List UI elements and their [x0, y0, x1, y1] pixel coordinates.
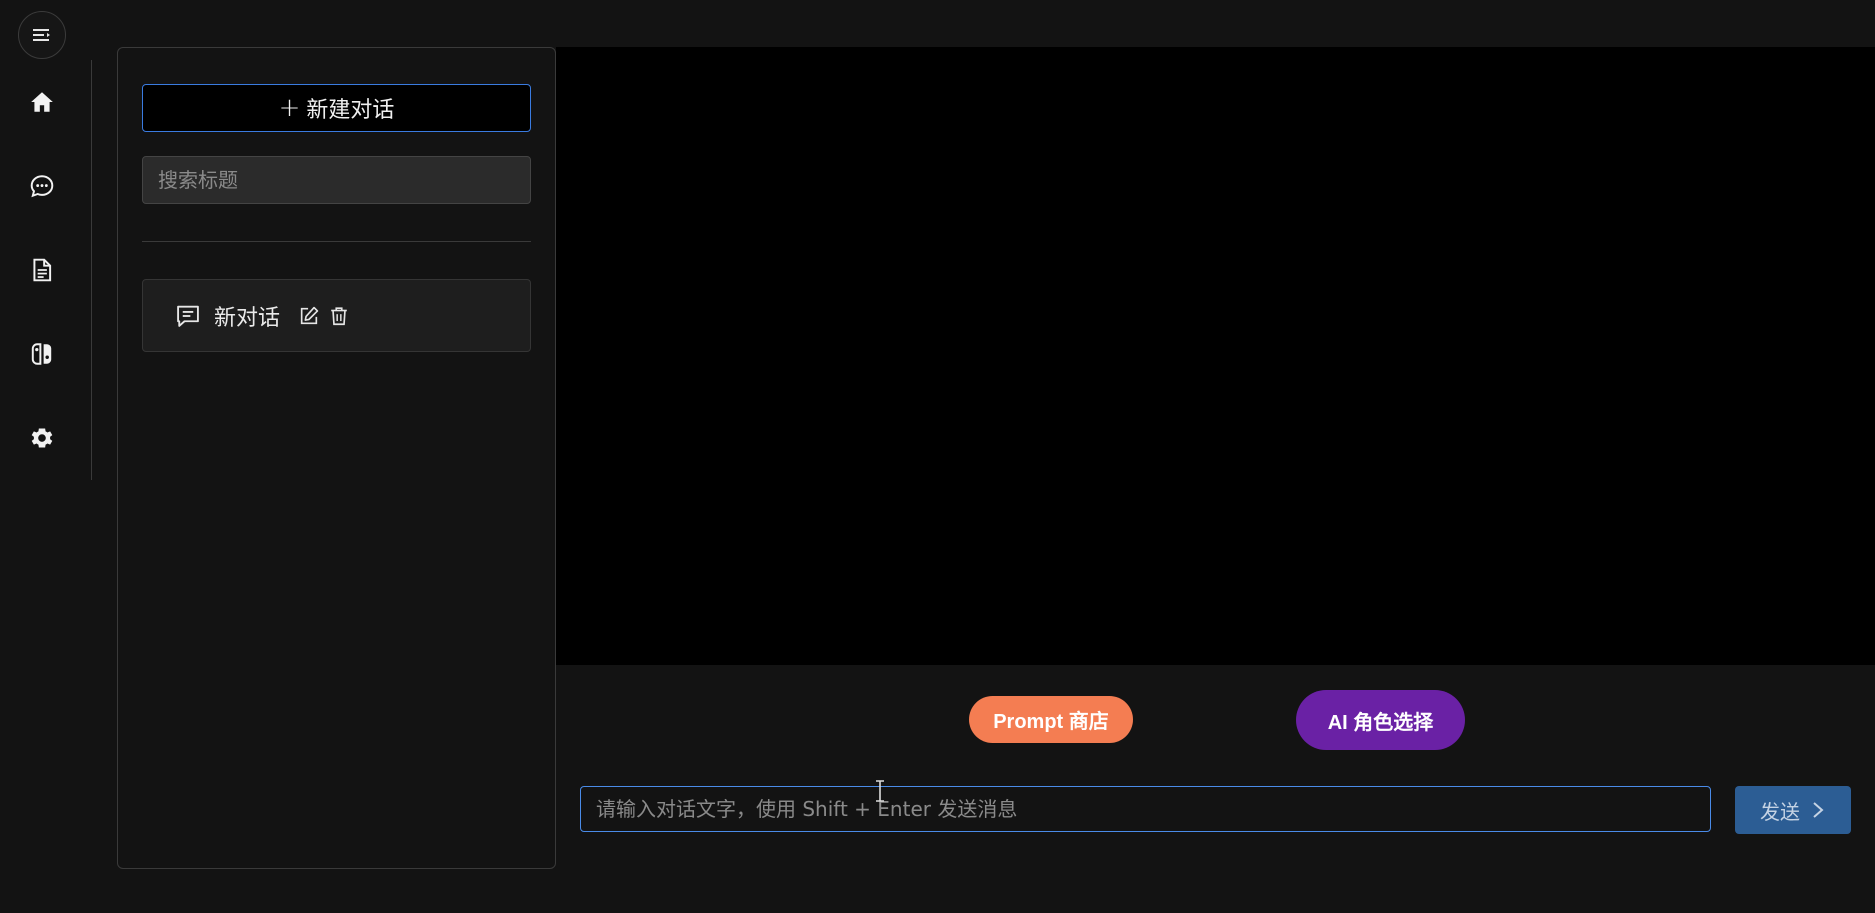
ai-role-select-button[interactable]: AI 角色选择 — [1296, 690, 1465, 750]
send-button[interactable]: 发送 — [1735, 786, 1851, 834]
rail-document-button[interactable] — [18, 246, 66, 294]
icon-rail — [0, 0, 92, 913]
conversation-title: 新对话 — [214, 305, 281, 331]
send-label: 发送 — [1760, 799, 1800, 824]
chat-bubble-icon — [30, 175, 54, 198]
chat-message-input[interactable] — [580, 786, 1711, 832]
text-cursor-icon — [876, 780, 884, 802]
rail-home-button[interactable] — [18, 78, 66, 126]
conversation-panel: + 新建对话 新对话 — [117, 47, 556, 869]
delete-conversation-button[interactable] — [326, 303, 352, 329]
gear-icon — [31, 428, 53, 448]
document-icon — [33, 258, 52, 282]
trash-icon — [331, 306, 347, 325]
panel-divider — [142, 241, 531, 242]
message-square-icon — [174, 302, 202, 330]
rail-settings-button[interactable] — [18, 414, 66, 462]
new-chat-button[interactable]: + 新建对话 — [142, 84, 531, 132]
rail-chat-button[interactable] — [18, 162, 66, 210]
rail-game-button[interactable] — [18, 330, 66, 378]
chevron-right-icon — [1813, 802, 1824, 818]
app-window: + 新建对话 新对话 — [0, 0, 1875, 913]
menu-toggle-button[interactable] — [18, 11, 66, 59]
message-area — [556, 47, 1875, 665]
plus-icon: + — [278, 93, 301, 123]
search-title-input[interactable] — [142, 156, 531, 204]
edit-conversation-button[interactable] — [296, 303, 322, 329]
new-chat-label: 新建对话 — [306, 98, 395, 123]
menu-icon — [33, 29, 50, 41]
home-icon — [31, 92, 53, 112]
game-controller-icon — [31, 343, 52, 365]
prompt-store-button[interactable]: Prompt 商店 — [969, 696, 1133, 743]
conversation-item[interactable]: 新对话 — [142, 279, 531, 352]
edit-icon — [300, 306, 319, 324]
rail-divider — [91, 60, 92, 480]
